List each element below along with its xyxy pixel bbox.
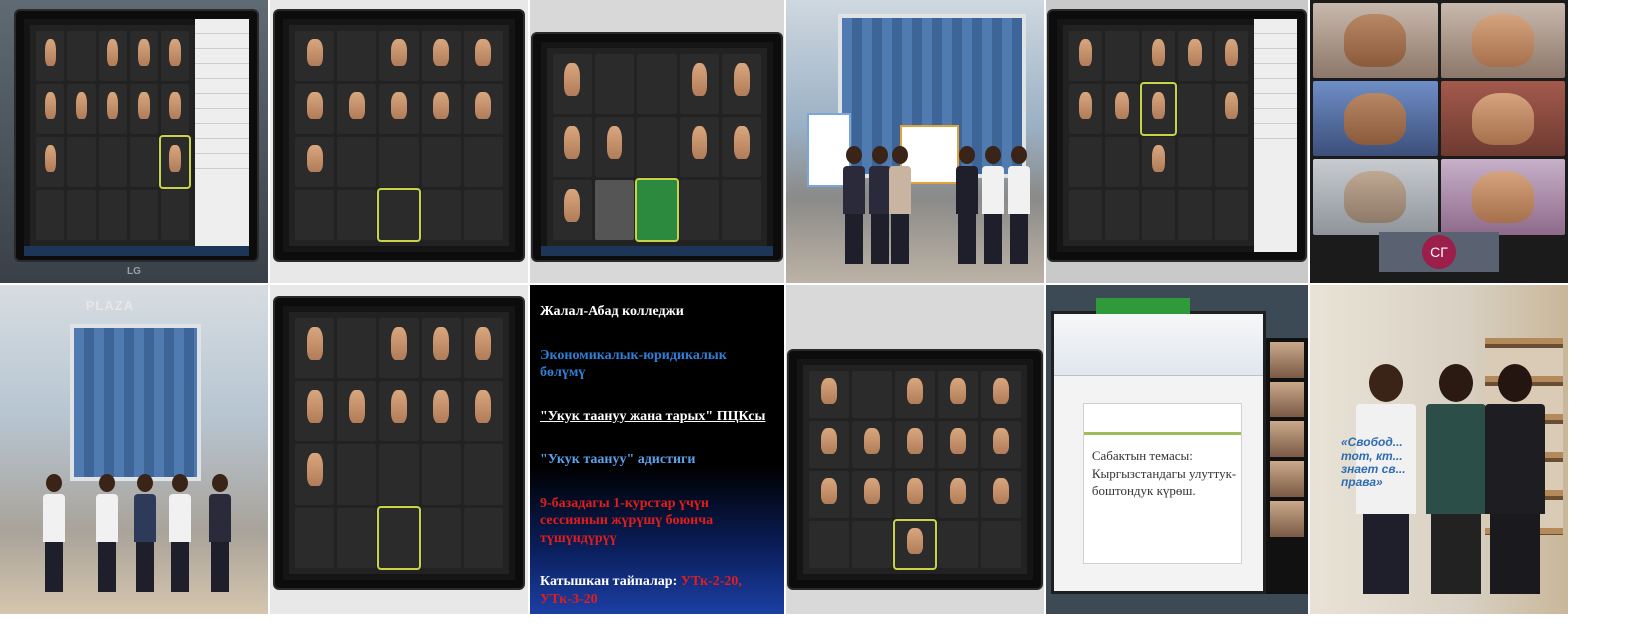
photo-collage: LG СГ PLAZA Жалал-Абад колледжи Экономик… <box>0 0 1634 641</box>
slide-commission: "Укук таануу жана тарых" ПЦКсы <box>540 408 766 424</box>
slide-specialty: "Укук таануу" адистиги <box>540 452 696 467</box>
zoom-meeting-monitor-6 <box>786 285 1044 614</box>
slide-groups-prefix: Катышкан тайпалар: <box>540 574 681 589</box>
zoom-meeting-monitor-3 <box>530 0 784 283</box>
video-participants-panel <box>1266 337 1308 595</box>
slide-college-name: Жалал-Абад колледжи <box>540 304 684 319</box>
tshirt-slogan: «Свобод... тот, кт... знает св... права» <box>1340 435 1406 489</box>
participant-initials-tile: СГ <box>1379 231 1499 272</box>
slide-topic: 9-базадагы 1-курстар үчүн сессиянын жүрү… <box>540 495 714 546</box>
lesson-topic-text: Сабактын темасы: Кыргызстандагы улуттук-… <box>1091 448 1237 499</box>
video-call-grid: СГ <box>1310 0 1568 283</box>
zoom-meeting-monitor-1: LG <box>0 0 268 283</box>
zoom-meeting-monitor-2 <box>270 0 528 283</box>
slide-department: Экономикалык-юридикалык бөлүмү <box>540 347 727 381</box>
outdoor-group-posters <box>786 0 1044 283</box>
presentation-slide: Жалал-Абад колледжи Экономикалык-юридика… <box>530 285 784 614</box>
indoor-three-people: «Свобод... тот, кт... знает св... права» <box>1310 285 1568 614</box>
participant-initials-avatar: СГ <box>1422 234 1456 269</box>
plaza-sign: PLAZA <box>85 298 135 314</box>
powerpoint-lesson-screen: Сабактын темасы: Кыргызстандагы улуттук-… <box>1046 285 1308 614</box>
outdoor-plaza-group: PLAZA <box>0 285 268 614</box>
monitor-brand-logo: LG <box>127 266 141 278</box>
zoom-meeting-monitor-5 <box>270 285 528 614</box>
zoom-meeting-monitor-4 <box>1046 0 1308 283</box>
slide-groups: Катышкан тайпалар: УТк-2-20, УТк-3-20 <box>540 573 774 608</box>
